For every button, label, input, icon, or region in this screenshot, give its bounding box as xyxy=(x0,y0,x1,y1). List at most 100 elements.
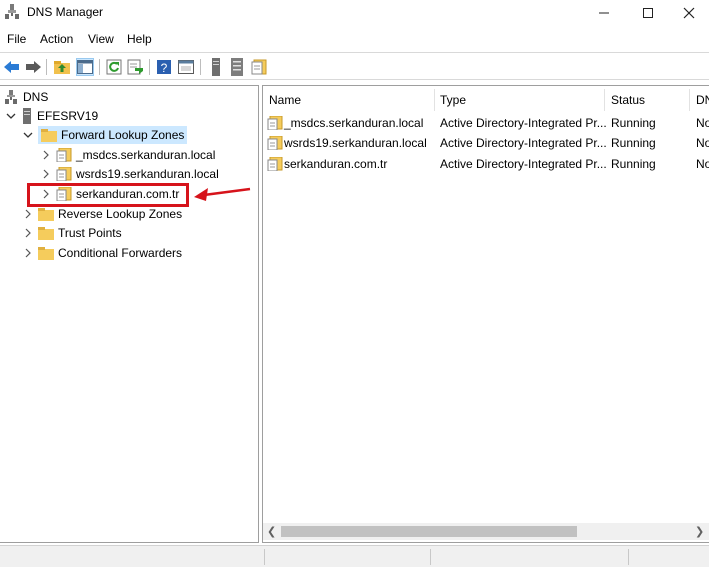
new-zone-button[interactable] xyxy=(250,58,268,76)
window-title: DNS Manager xyxy=(27,5,104,19)
table-row[interactable]: serkanduran.com.tr xyxy=(267,154,387,174)
status-bar xyxy=(0,545,709,567)
title-bar: DNS Manager xyxy=(0,0,709,26)
minimize-button[interactable] xyxy=(582,0,626,26)
cell-name: _msdcs.serkanduran.local xyxy=(284,116,424,130)
zone-icon xyxy=(56,148,72,162)
svg-text:?: ? xyxy=(161,61,168,75)
column-header-status[interactable]: Status xyxy=(611,89,645,111)
dns-icon xyxy=(5,90,17,104)
tree-label-reverse-lookup-zones: Reverse Lookup Zones xyxy=(58,207,183,221)
table-row[interactable]: wsrds19.serkanduran.local xyxy=(267,133,427,153)
column-divider[interactable] xyxy=(434,89,435,111)
chevron-down-icon[interactable] xyxy=(5,110,17,122)
cell-status: Running xyxy=(611,136,656,150)
tree-item-trust-points[interactable]: Trust Points xyxy=(22,223,122,243)
export-list-button[interactable] xyxy=(126,58,144,76)
chevron-right-icon[interactable] xyxy=(22,247,34,259)
close-icon xyxy=(683,7,695,19)
menu-bar: File Action View Help xyxy=(0,28,709,50)
back-arrow-icon xyxy=(4,61,19,73)
forward-button[interactable] xyxy=(24,58,42,76)
tree-label-zone: wsrds19.serkanduran.local xyxy=(76,167,219,181)
toolbar-separator xyxy=(99,59,100,75)
export-list-icon xyxy=(127,59,143,75)
annotation-arrow-icon xyxy=(194,187,251,201)
tree-label-conditional-forwarders: Conditional Forwarders xyxy=(58,246,183,260)
chevron-right-icon[interactable] xyxy=(22,227,34,239)
folder-icon xyxy=(38,208,54,221)
tree-item-zone-wsrds19[interactable]: wsrds19.serkanduran.local xyxy=(40,164,219,184)
help-button[interactable]: ? xyxy=(155,58,173,76)
column-header-dnssec[interactable]: DN xyxy=(696,89,709,111)
menu-help[interactable]: Help xyxy=(127,32,152,46)
toolbar: ? xyxy=(0,52,709,80)
zone-icon xyxy=(267,136,283,150)
scroll-right-icon[interactable]: ❯ xyxy=(695,525,704,538)
tree-item-dns[interactable]: DNS xyxy=(5,87,48,107)
cell-type: Active Directory-Integrated Pr... xyxy=(440,116,607,130)
tree-label-dns: DNS xyxy=(23,90,49,104)
column-divider[interactable] xyxy=(689,89,690,111)
column-header-name[interactable]: Name xyxy=(269,89,301,111)
properties-button[interactable] xyxy=(177,58,195,76)
table-row[interactable]: _msdcs.serkanduran.local xyxy=(267,113,423,133)
tree-label-forward-lookup-zones: Forward Lookup Zones xyxy=(61,128,185,142)
server-icon xyxy=(212,58,220,76)
back-button[interactable] xyxy=(3,58,21,76)
cell-status: Running xyxy=(611,157,656,171)
tree-item-conditional-forwarders[interactable]: Conditional Forwarders xyxy=(22,243,182,263)
list-icon xyxy=(231,58,243,76)
toolbar-separator xyxy=(149,59,150,75)
zone-icon xyxy=(267,116,283,130)
status-divider xyxy=(628,549,629,565)
status-divider xyxy=(430,549,431,565)
menu-action[interactable]: Action xyxy=(40,32,73,46)
chevron-right-icon[interactable] xyxy=(40,149,52,161)
forward-arrow-icon xyxy=(26,61,41,73)
zone-icon xyxy=(251,59,267,75)
scrollbar-thumb[interactable] xyxy=(281,526,577,537)
up-level-button[interactable] xyxy=(53,58,71,76)
zone-icon xyxy=(56,167,72,181)
up-folder-icon xyxy=(54,61,70,74)
maximize-icon xyxy=(643,8,653,18)
menu-view[interactable]: View xyxy=(88,32,114,46)
column-divider[interactable] xyxy=(604,89,605,111)
chevron-right-icon[interactable] xyxy=(40,168,52,180)
column-header-type[interactable]: Type xyxy=(440,89,466,111)
refresh-icon xyxy=(106,59,122,75)
cell-name: serkanduran.com.tr xyxy=(284,157,388,171)
cell-name: wsrds19.serkanduran.local xyxy=(284,136,427,150)
tree-item-forward-lookup-zones[interactable]: Forward Lookup Zones xyxy=(22,125,188,145)
selected-node-highlight: Forward Lookup Zones xyxy=(38,126,188,144)
menu-file[interactable]: File xyxy=(7,32,26,46)
folder-icon xyxy=(38,227,54,240)
folder-icon xyxy=(41,129,57,142)
tree-label-zone: _msdcs.serkanduran.local xyxy=(76,148,216,162)
toolbar-separator xyxy=(200,59,201,75)
status-divider xyxy=(264,549,265,565)
server-icon xyxy=(23,108,31,124)
server-button[interactable] xyxy=(207,58,225,76)
refresh-button[interactable] xyxy=(105,58,123,76)
horizontal-scrollbar[interactable]: ❮ ❯ xyxy=(263,523,709,540)
tree-item-reverse-lookup-zones[interactable]: Reverse Lookup Zones xyxy=(22,204,182,224)
properties-icon xyxy=(178,60,194,74)
scroll-left-icon[interactable]: ❮ xyxy=(267,525,276,538)
tree-item-zone-msdcs[interactable]: _msdcs.serkanduran.local xyxy=(40,145,215,165)
close-button[interactable] xyxy=(667,0,709,26)
tree-item-server[interactable]: EFESRV19 xyxy=(5,106,98,126)
tree-label-server: EFESRV19 xyxy=(37,109,99,123)
maximize-button[interactable] xyxy=(626,0,670,26)
chevron-down-icon[interactable] xyxy=(22,129,34,141)
cell-status: Running xyxy=(611,116,656,130)
chevron-right-icon[interactable] xyxy=(22,208,34,220)
folder-icon xyxy=(38,247,54,260)
record-list-button[interactable] xyxy=(228,58,246,76)
cell-type: Active Directory-Integrated Pr... xyxy=(440,157,607,171)
show-hide-console-tree-button[interactable] xyxy=(76,58,94,76)
zone-icon xyxy=(267,157,283,171)
cell-dnssec: No xyxy=(696,116,709,130)
minimize-icon xyxy=(599,12,609,14)
